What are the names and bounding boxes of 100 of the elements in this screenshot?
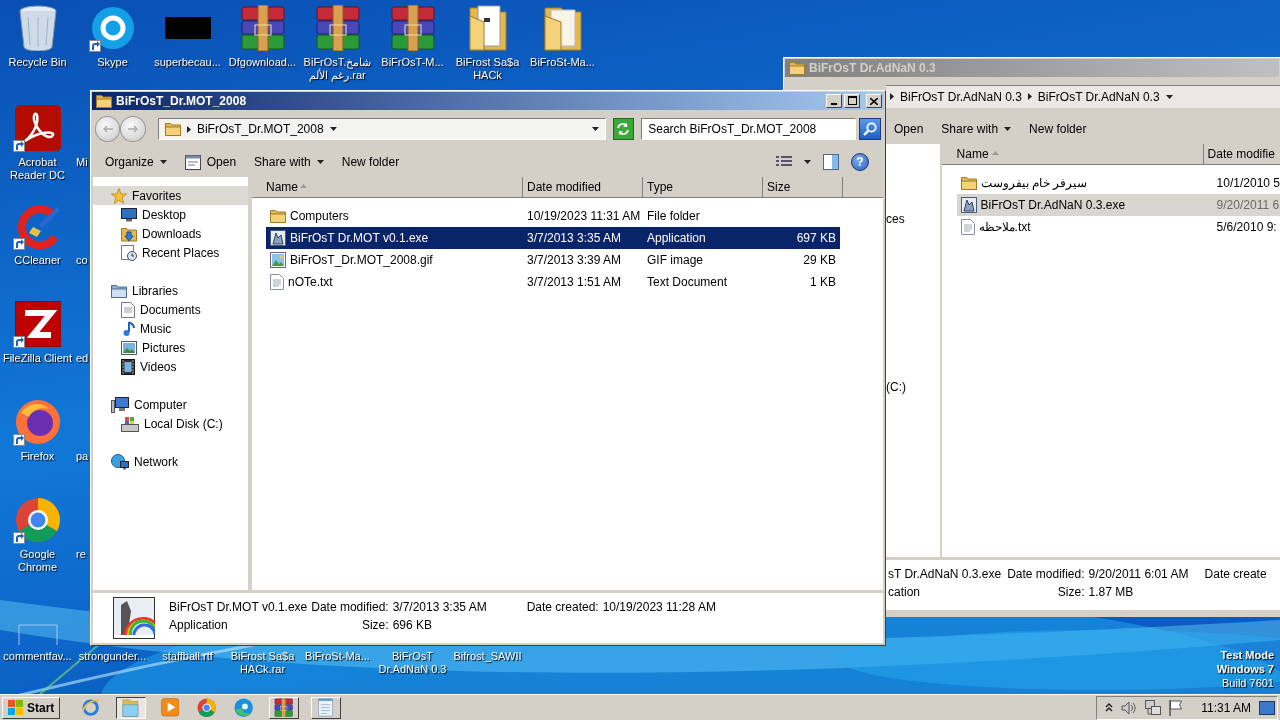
- address-bar[interactable]: BiFrOsT Dr.AdNaN 0.3 BiFrOsT Dr.AdNaN 0.3: [886, 84, 1280, 108]
- icon-label[interactable]: Google Chrome: [0, 548, 75, 574]
- icon-label[interactable]: pa: [76, 450, 89, 463]
- nav-item[interactable]: Libraries: [93, 281, 248, 300]
- toolbar-button[interactable]: Share with: [246, 151, 332, 173]
- start-button[interactable]: Start: [2, 696, 61, 719]
- column-header[interactable]: Size: [763, 177, 843, 198]
- nav-item[interactable]: Music: [93, 319, 248, 338]
- close-button[interactable]: [866, 94, 882, 108]
- icon-label[interactable]: BiFroSt-Ma...: [530, 56, 595, 69]
- folder-icon[interactable]: [467, 4, 508, 52]
- icon-label[interactable]: re: [76, 548, 89, 561]
- nav-item[interactable]: Pictures: [93, 338, 248, 357]
- icon-label[interactable]: ed: [76, 352, 89, 365]
- column-header[interactable]: Date modified: [523, 177, 643, 198]
- browser-icon[interactable]: [14, 497, 61, 543]
- file-name: nOTe.txt: [288, 275, 333, 289]
- breadcrumb-item[interactable]: BiFrOsT Dr.AdNaN 0.3: [900, 89, 1022, 104]
- icon-label[interactable]: co: [76, 254, 89, 267]
- chevron-icon[interactable]: [1105, 703, 1114, 712]
- search-field[interactable]: Search BiFrOsT_Dr.MOT_2008: [641, 118, 857, 140]
- icon-label[interactable]: Mi: [76, 156, 89, 169]
- file-row[interactable]: BiFrOsT Dr.MOT v0.1.exe 3/7/2013 3:35 AM Application 697 KB: [266, 227, 840, 249]
- icon-label[interactable]: CCleaner: [14, 254, 61, 267]
- nav-item[interactable]: Downloads: [93, 224, 248, 243]
- icon-label[interactable]: Acrobat Reader DC: [0, 156, 75, 182]
- nav-item[interactable]: (C:): [886, 380, 906, 394]
- toolbar-button[interactable]: Organize: [97, 151, 175, 173]
- document-icon: [121, 301, 135, 318]
- ftp-app-icon[interactable]: [14, 301, 61, 347]
- file-row[interactable]: Computers 10/19/2023 11:31 AM File folder: [266, 205, 840, 227]
- maximize-button[interactable]: [844, 94, 860, 108]
- file-row[interactable]: BiFrOsT Dr.AdNaN 0.3.exe 9/20/2011 6: [956, 194, 1280, 216]
- column-header[interactable]: Name: [941, 144, 1204, 165]
- monitor-icon[interactable]: [1259, 700, 1275, 715]
- chat-app-icon[interactable]: [90, 6, 135, 50]
- icon-label[interactable]: BiFrost Sa$a HACk: [450, 56, 525, 82]
- icon-label[interactable]: Firefox: [20, 450, 55, 463]
- back-arrow-icon: [102, 125, 113, 133]
- refresh-button[interactable]: [612, 118, 635, 140]
- taskbar-button[interactable]: [115, 696, 146, 719]
- nav-item[interactable]: Local Disk (C:): [93, 414, 248, 433]
- icon-label[interactable]: superbecau...: [154, 56, 221, 69]
- breadcrumb-item[interactable]: BiFrOsT_Dr.MOT_2008: [196, 122, 324, 136]
- date-cell-text: 10/19/2023 11:31 AM: [526, 209, 642, 223]
- type-cell-text: File folder: [646, 209, 701, 223]
- nav-item[interactable]: Network: [93, 452, 248, 471]
- icon-label[interactable]: Skype: [97, 56, 128, 69]
- column-header[interactable]: Name: [252, 177, 523, 198]
- preview-pane-icon[interactable]: [823, 154, 839, 170]
- folder-icon[interactable]: [542, 4, 583, 52]
- nav-item[interactable]: Computer: [93, 395, 248, 414]
- recycle-bin-icon[interactable]: [17, 5, 58, 51]
- icon-label[interactable]: Dfgownload...: [228, 56, 297, 69]
- icon-label[interactable]: FileZilla Client: [2, 352, 73, 365]
- nav-item[interactable]: Documents: [93, 300, 248, 319]
- nav-item[interactable]: Favorites: [93, 186, 248, 205]
- archive-books-icon[interactable]: [239, 5, 286, 51]
- thumbnail-icon[interactable]: [164, 17, 211, 39]
- nav-item[interactable]: Desktop: [93, 205, 248, 224]
- file-row[interactable]: BiFrOsT_Dr.MOT_2008.gif 3/7/2013 3:39 AM GIF image 29 KB: [266, 249, 840, 271]
- icon-label[interactable]: Recycle Bin: [8, 56, 67, 69]
- file-name: BiFrOsT Dr.AdNaN 0.3.exe: [980, 198, 1126, 212]
- view-list-icon[interactable]: [776, 156, 792, 168]
- date-cell-text: 10/1/2010 5: [1215, 176, 1280, 190]
- os-notice-text: Build 7601: [1222, 676, 1274, 690]
- folder-icon[interactable]: [122, 697, 140, 718]
- toolbar-button[interactable]: New folder: [1021, 118, 1095, 140]
- toolbar-button[interactable]: Open: [886, 118, 932, 140]
- browser-icon[interactable]: [14, 399, 61, 445]
- nav-item[interactable]: Videos: [93, 357, 248, 376]
- file-type: Application: [169, 618, 229, 634]
- archive-books-icon[interactable]: [314, 5, 361, 51]
- toolbar-button[interactable]: New folder: [333, 151, 408, 173]
- clock[interactable]: 11:31 AM: [1201, 700, 1251, 715]
- nav-item[interactable]: ces: [886, 212, 905, 226]
- flag-icon[interactable]: [1169, 699, 1184, 716]
- icon-label[interactable]: staffball.rtf: [162, 650, 213, 663]
- reader-app-icon[interactable]: [14, 105, 61, 151]
- icon-label[interactable]: commentfav...: [3, 650, 72, 663]
- archive-books-icon[interactable]: [389, 5, 436, 51]
- icon-label[interactable]: BiFrost Sa$a HACk.rar: [225, 650, 300, 676]
- speaker-icon[interactable]: [1121, 700, 1138, 715]
- nav-item[interactable]: Recent Places: [93, 243, 248, 262]
- minimize-button[interactable]: [826, 94, 842, 108]
- icon-label[interactable]: BiFrOsT.شامخ رغم الألم.rar: [300, 56, 375, 82]
- caret-icon: [591, 127, 599, 131]
- icon-label[interactable]: strongunder...: [78, 650, 147, 663]
- search-button[interactable]: [859, 118, 881, 140]
- address-bar[interactable]: BiFrOsT_Dr.MOT_2008: [157, 118, 606, 140]
- breadcrumb-item[interactable]: BiFrOsT Dr.AdNaN 0.3: [1037, 89, 1160, 104]
- toolbar-button[interactable]: Open: [176, 150, 245, 174]
- file-row[interactable]: nOTe.txt 3/7/2013 1:51 AM Text Document 1 KB: [266, 271, 840, 293]
- column-header[interactable]: Type: [643, 177, 763, 198]
- archive-books-icon[interactable]: [274, 697, 294, 718]
- network-icon[interactable]: [1145, 699, 1162, 716]
- toolbar-button[interactable]: Share with: [933, 118, 1020, 140]
- icon-label[interactable]: BiFrOsT-M...: [381, 56, 444, 69]
- picture-frame-icon: [121, 340, 137, 355]
- field-value: 9/20/2011 6:01 AM: [1088, 567, 1190, 583]
